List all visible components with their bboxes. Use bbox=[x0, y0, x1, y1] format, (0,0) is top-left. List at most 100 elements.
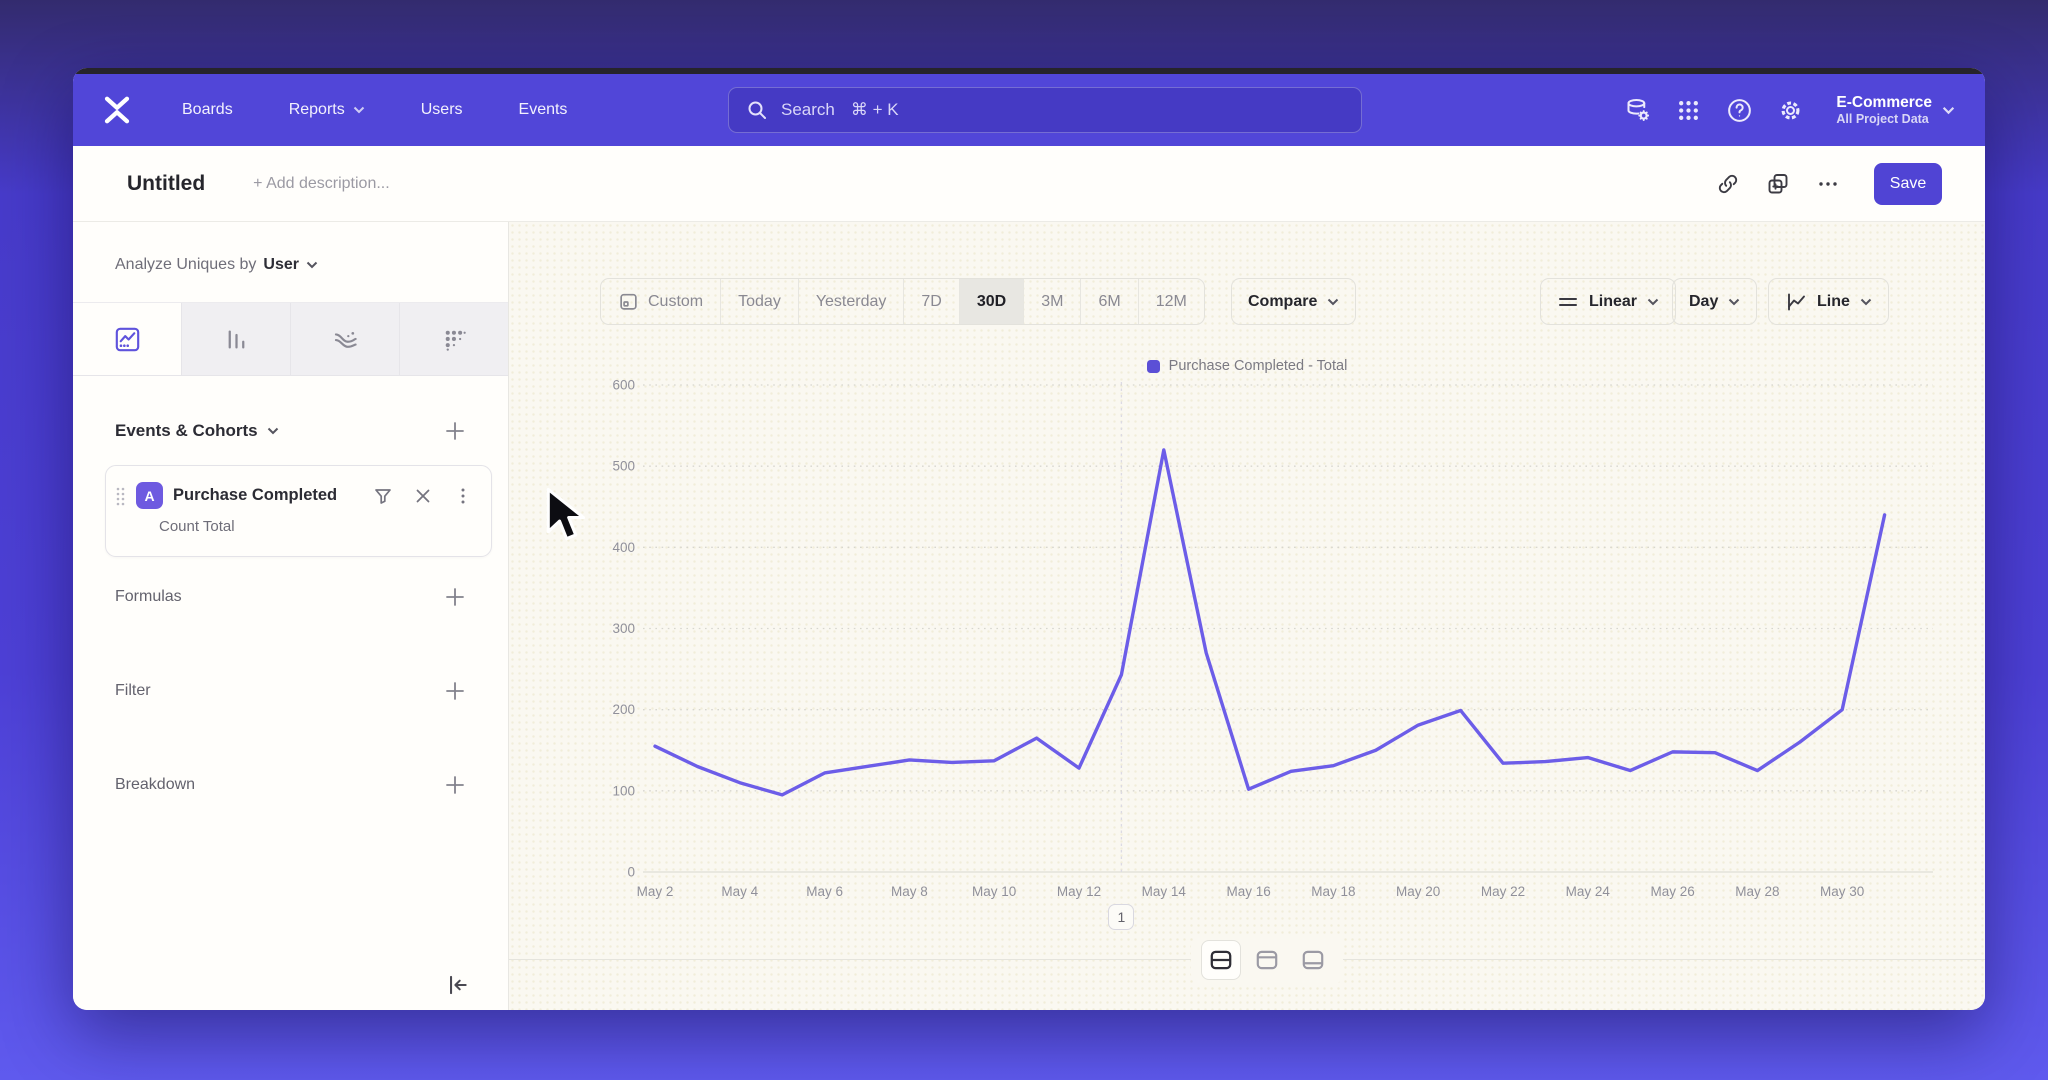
svg-text:May 12: May 12 bbox=[1057, 884, 1101, 899]
search-icon bbox=[747, 100, 767, 120]
range-6m[interactable]: 6M bbox=[1081, 279, 1138, 324]
interval-label: Day bbox=[1689, 293, 1718, 311]
event-name[interactable]: Purchase Completed bbox=[173, 486, 337, 505]
save-button[interactable]: Save bbox=[1874, 163, 1942, 205]
tab-funnels[interactable] bbox=[182, 303, 291, 375]
add-description-placeholder[interactable]: + Add description... bbox=[253, 175, 390, 193]
remove-event-icon[interactable] bbox=[413, 486, 433, 506]
range-12m[interactable]: 12M bbox=[1139, 279, 1204, 324]
svg-text:500: 500 bbox=[612, 459, 635, 474]
chevron-down-icon bbox=[267, 427, 279, 435]
nav-item-users[interactable]: Users bbox=[421, 101, 463, 119]
mixpanel-logo-icon[interactable] bbox=[100, 93, 134, 127]
layout-split-view-button[interactable] bbox=[1201, 940, 1241, 980]
svg-text:400: 400 bbox=[612, 540, 635, 555]
app-window: Boards Reports Users Events Search ⌘ + K bbox=[73, 68, 1985, 1010]
svg-text:May 26: May 26 bbox=[1650, 884, 1694, 899]
event-aggregation[interactable]: Count Total bbox=[106, 518, 491, 535]
layout-table-view-button[interactable] bbox=[1293, 940, 1333, 980]
svg-text:300: 300 bbox=[612, 621, 635, 636]
analyze-entity-dropdown[interactable]: User bbox=[263, 256, 299, 274]
data-management-icon[interactable] bbox=[1624, 97, 1651, 124]
nav-item-events[interactable]: Events bbox=[519, 101, 568, 119]
range-label: Yesterday bbox=[816, 293, 887, 311]
header-actions: Save bbox=[1716, 163, 1942, 205]
range-today[interactable]: Today bbox=[721, 279, 799, 324]
add-formula-button[interactable] bbox=[444, 586, 466, 608]
events-cohorts-section: Events & Cohorts bbox=[115, 420, 466, 442]
range-label: Today bbox=[738, 293, 781, 311]
svg-text:May 30: May 30 bbox=[1820, 884, 1864, 899]
query-sidebar: Analyze Uniques by User bbox=[73, 222, 509, 1010]
svg-text:May 10: May 10 bbox=[972, 884, 1016, 899]
add-breakdown-button[interactable] bbox=[444, 774, 466, 796]
svg-text:May 8: May 8 bbox=[891, 884, 928, 899]
tab-insights[interactable] bbox=[73, 303, 182, 375]
collapse-sidebar-icon[interactable] bbox=[444, 972, 470, 998]
duplicate-icon[interactable] bbox=[1766, 172, 1790, 196]
line-chart-icon bbox=[1785, 291, 1807, 313]
chevron-down-icon bbox=[1860, 298, 1872, 306]
nav-item-label: Events bbox=[519, 101, 568, 119]
range-3m[interactable]: 3M bbox=[1024, 279, 1081, 324]
annotation-marker[interactable]: 1 bbox=[1108, 904, 1134, 930]
analyze-label: Analyze Uniques by bbox=[115, 256, 256, 274]
range-label: 7D bbox=[921, 293, 941, 311]
settings-gear-icon[interactable] bbox=[1777, 97, 1804, 124]
copy-link-icon[interactable] bbox=[1716, 172, 1740, 196]
range-label: 12M bbox=[1156, 293, 1187, 311]
event-card[interactable]: A Purchase Completed Count T bbox=[105, 465, 492, 557]
org-switcher[interactable]: E-Commerce All Project Data bbox=[1836, 93, 1955, 128]
search-placeholder: Search bbox=[781, 100, 835, 120]
tab-flows[interactable] bbox=[291, 303, 400, 375]
svg-text:May 22: May 22 bbox=[1481, 884, 1525, 899]
line-chart[interactable]: 0100200300400500600May 2May 4May 6May 8M… bbox=[509, 372, 1985, 917]
report-header: Untitled + Add description... Save bbox=[73, 146, 1985, 222]
range-7d[interactable]: 7D bbox=[904, 279, 959, 324]
retention-dots-tab-icon bbox=[441, 326, 468, 353]
svg-text:May 24: May 24 bbox=[1566, 884, 1611, 899]
svg-text:May 4: May 4 bbox=[721, 884, 758, 899]
add-event-button[interactable] bbox=[444, 420, 466, 442]
nav-right-group: E-Commerce All Project Data bbox=[1624, 93, 1955, 128]
report-title[interactable]: Untitled bbox=[127, 172, 205, 196]
drag-handle[interactable] bbox=[114, 485, 128, 507]
event-more-options-icon[interactable] bbox=[453, 486, 473, 506]
chevron-down-icon bbox=[1327, 298, 1339, 306]
nav-item-reports[interactable]: Reports bbox=[289, 101, 365, 119]
search-shortcut: ⌘ + K bbox=[851, 100, 899, 120]
nav-item-label: Boards bbox=[182, 101, 233, 119]
compare-dropdown[interactable]: Compare bbox=[1231, 278, 1356, 325]
breakdown-label: Breakdown bbox=[115, 776, 195, 794]
chart-type-dropdown[interactable]: Line bbox=[1768, 278, 1889, 325]
svg-text:May 28: May 28 bbox=[1735, 884, 1779, 899]
interval-dropdown[interactable]: Day bbox=[1672, 278, 1757, 325]
scale-dropdown[interactable]: Linear bbox=[1540, 278, 1676, 325]
filter-funnel-icon[interactable] bbox=[373, 486, 393, 506]
range-yesterday[interactable]: Yesterday bbox=[799, 279, 905, 324]
range-30d-selected[interactable]: 30D bbox=[960, 279, 1024, 324]
nav-item-label: Reports bbox=[289, 101, 345, 119]
tab-retention[interactable] bbox=[400, 303, 508, 375]
analyze-uniques-row: Analyze Uniques by User bbox=[115, 256, 318, 274]
add-filter-button[interactable] bbox=[444, 680, 466, 702]
line-chart-tab-icon bbox=[114, 326, 141, 353]
svg-text:May 6: May 6 bbox=[806, 884, 843, 899]
more-options-icon[interactable] bbox=[1816, 172, 1840, 196]
svg-text:May 18: May 18 bbox=[1311, 884, 1355, 899]
top-nav: Boards Reports Users Events Search ⌘ + K bbox=[73, 74, 1985, 146]
filter-label: Filter bbox=[115, 682, 151, 700]
range-label: Custom bbox=[648, 293, 703, 311]
compare-label: Compare bbox=[1248, 293, 1317, 311]
date-range-selector: Custom Today Yesterday 7D 30D 3M 6M 12M bbox=[600, 278, 1205, 325]
section-label: Events & Cohorts bbox=[115, 421, 258, 441]
range-custom[interactable]: Custom bbox=[601, 279, 721, 324]
bar-chart-tab-icon bbox=[223, 326, 250, 353]
nav-item-boards[interactable]: Boards bbox=[182, 101, 233, 119]
flows-tab-icon bbox=[332, 326, 359, 353]
help-icon[interactable] bbox=[1726, 97, 1753, 124]
events-cohorts-title[interactable]: Events & Cohorts bbox=[115, 421, 279, 441]
search-input[interactable]: Search ⌘ + K bbox=[728, 87, 1362, 133]
apps-grid-icon[interactable] bbox=[1675, 97, 1702, 124]
layout-chart-view-button[interactable] bbox=[1247, 940, 1287, 980]
